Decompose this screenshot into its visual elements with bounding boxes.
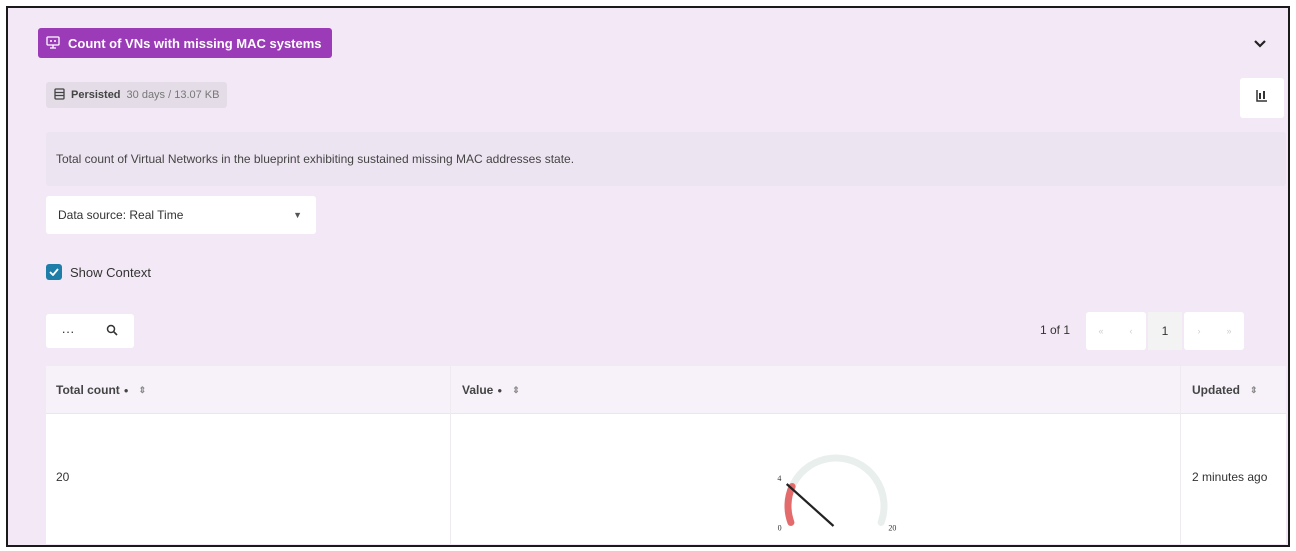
data-source-label: Data source: Real Time	[58, 208, 184, 222]
info-icon[interactable]: ●	[497, 386, 502, 395]
table-toolbar: ···	[46, 314, 134, 348]
widget-panel: Count of VNs with missing MAC systems Pe…	[6, 6, 1290, 547]
value-gauge: 0 20 4	[777, 454, 896, 533]
chevron-left-icon: ‹	[1129, 326, 1133, 336]
column-label: Value	[462, 383, 494, 397]
page-number-button[interactable]: 1	[1148, 312, 1182, 350]
total-count-cell: 20	[56, 470, 70, 484]
last-page-button[interactable]: »	[1214, 312, 1244, 350]
search-button[interactable]	[90, 314, 134, 348]
show-context-label: Show Context	[70, 264, 151, 280]
persisted-badge: Persisted 30 days / 13.07 KB	[46, 82, 228, 108]
gauge-min-label: 0	[778, 524, 782, 533]
first-page-button[interactable]: «	[1086, 312, 1116, 350]
show-context-checkbox[interactable]	[46, 264, 62, 280]
ellipsis-icon: ···	[61, 323, 75, 339]
pagination-summary: 1 of 1	[1040, 323, 1071, 337]
pagination: « ‹ 1 › »	[1086, 312, 1244, 350]
gauge-track	[784, 454, 888, 526]
chevron-right-icon: ›	[1197, 326, 1201, 336]
caret-down-icon: ▼	[293, 210, 302, 220]
column-divider	[450, 366, 451, 544]
column-header-total-count[interactable]: Total count ● ⇕	[56, 366, 146, 414]
sort-icon[interactable]: ⇕	[139, 385, 147, 396]
results-table: Total count ● ⇕ Value ● ⇕ Updated ⇕ 20 0 2…	[46, 366, 1286, 544]
column-label: Updated	[1192, 383, 1240, 397]
column-header-value[interactable]: Value ● ⇕	[462, 366, 520, 414]
sort-icon[interactable]: ⇕	[512, 385, 520, 396]
prev-page-button[interactable]: ‹	[1116, 312, 1146, 350]
pagination-pages: 1	[1148, 312, 1182, 350]
gauge-max-label: 20	[888, 524, 896, 533]
pagination-prev-group: « ‹	[1086, 312, 1146, 350]
export-icon	[1255, 89, 1269, 108]
export-button[interactable]	[1240, 78, 1284, 118]
persisted-value: 30 days / 13.07 KB	[126, 89, 220, 101]
description-text: Total count of Virtual Networks in the b…	[56, 152, 575, 166]
probe-icon	[46, 36, 60, 50]
updated-cell: 2 minutes ago	[1192, 470, 1268, 484]
data-source-select[interactable]: Data source: Real Time ▼	[46, 196, 316, 234]
widget-title-badge: Count of VNs with missing MAC systems	[38, 28, 332, 58]
show-context-toggle[interactable]: Show Context	[46, 264, 151, 280]
column-divider	[1180, 366, 1181, 544]
widget-title: Count of VNs with missing MAC systems	[68, 35, 322, 51]
chevron-down-icon	[1254, 35, 1266, 53]
pagination-next-group: › »	[1184, 312, 1244, 350]
persisted-label: Persisted	[71, 89, 121, 101]
next-page-button[interactable]: ›	[1184, 312, 1214, 350]
more-button[interactable]: ···	[46, 314, 90, 348]
widget-description: Total count of Virtual Networks in the b…	[46, 132, 1286, 186]
gauge-threshold-label: 4	[777, 474, 781, 483]
gauge-needle	[785, 483, 835, 527]
info-icon[interactable]: ●	[124, 386, 129, 395]
sort-icon[interactable]: ⇕	[1250, 385, 1258, 396]
search-icon	[106, 324, 118, 339]
table-header: Total count ● ⇕ Value ● ⇕ Updated ⇕	[46, 366, 1286, 414]
double-chevron-right-icon: »	[1226, 326, 1232, 336]
double-chevron-left-icon: «	[1098, 326, 1104, 336]
column-label: Total count	[56, 383, 120, 397]
collapse-button[interactable]	[1248, 32, 1272, 56]
column-header-updated[interactable]: Updated ⇕	[1192, 366, 1258, 414]
database-icon	[54, 87, 65, 103]
